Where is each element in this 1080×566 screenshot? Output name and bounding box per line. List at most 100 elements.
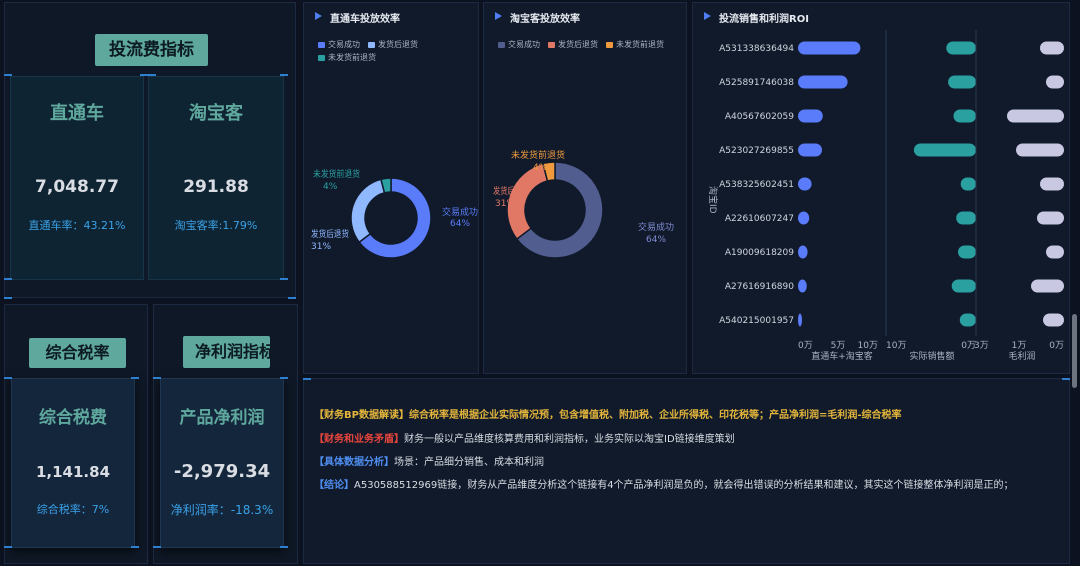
note-text: 场景：产品细分销售、成本和利润 <box>394 457 544 468</box>
category-label: A40567602059 <box>725 112 794 122</box>
section-title-profit: 净利润指标 <box>183 336 270 368</box>
category-label: A22610607247 <box>725 214 794 224</box>
corner-mark <box>288 297 296 299</box>
corner-mark <box>153 546 161 548</box>
bar[interactable] <box>956 211 976 225</box>
kpi-value: 1,141.84 <box>35 463 111 481</box>
slice-pct: 4% <box>533 163 548 173</box>
legend-item[interactable]: 发货后退货 <box>368 39 418 50</box>
roi-bar-chart: 淘宝ID A531338636494 A525891746038 A40567602… <box>707 30 1064 362</box>
note-tag: 【结论】 <box>314 480 354 491</box>
kpi-card-tax: 综合税费 1,141.84 综合税率：7% <box>11 378 135 548</box>
pie-slice[interactable] <box>350 178 386 244</box>
bar[interactable] <box>798 211 810 225</box>
bar[interactable] <box>1007 109 1064 123</box>
note-analysis: 【具体数据分析】场景：产品细分销售、成本和利润 <box>314 453 544 468</box>
bar[interactable] <box>946 41 976 55</box>
bar[interactable] <box>1040 177 1064 191</box>
category-label: A27616916890 <box>725 282 794 292</box>
slice-label: 未发货前退货 <box>313 168 360 180</box>
corner-mark <box>4 297 12 299</box>
corner-mark <box>1062 378 1070 380</box>
legend-item[interactable]: 未发货前退货 <box>606 39 664 50</box>
tick-label: 5万 <box>831 341 846 351</box>
kpi-label: 产品净利润 <box>179 408 265 428</box>
note-tag: 【财务BP数据解读】 <box>314 410 409 421</box>
corner-mark <box>280 278 288 280</box>
bar[interactable] <box>913 143 976 157</box>
corner-mark <box>148 74 156 76</box>
tick-label: 1万 <box>1012 341 1027 351</box>
bar[interactable] <box>959 313 976 327</box>
slice-label: 未发货前退货 <box>511 149 565 161</box>
bar[interactable] <box>1037 211 1064 225</box>
bar[interactable] <box>798 279 807 293</box>
bar[interactable] <box>958 245 976 259</box>
bar[interactable] <box>1040 41 1064 55</box>
slice-label: 交易成功 <box>638 221 674 233</box>
category-label: A523027269855 <box>719 146 794 156</box>
bar[interactable] <box>798 41 861 55</box>
bar[interactable] <box>798 109 823 123</box>
category-label: A540215001957 <box>719 316 794 326</box>
bar[interactable] <box>948 75 976 89</box>
slice-pct: 64% <box>646 235 666 245</box>
slice-label: 发货后退货 <box>311 228 349 240</box>
corner-mark <box>280 377 288 379</box>
kpi-rate: 综合税率：7% <box>36 503 110 516</box>
note-text: 综合税率是根据企业实际情况预，包含增值税、附加税、企业所得税、印花税等；产品净利… <box>408 410 902 421</box>
bar[interactable] <box>798 177 812 191</box>
bar[interactable] <box>1043 313 1064 327</box>
corner-mark <box>4 546 12 548</box>
slice-label: 交易成功 <box>442 206 478 218</box>
note-conclusion: 【结论】A530588512969链接，财务从产品维度分析这个链接有4个产品净利… <box>314 476 1014 491</box>
corner-mark <box>131 546 139 548</box>
kpi-label: 直通车 <box>50 103 104 124</box>
donut-chart-ztc: 交易成功 64% 发货后退货 31% 未发货前退货 4% <box>311 168 478 259</box>
kpi-label: 综合税费 <box>39 408 107 428</box>
legend-item[interactable]: 交易成功 <box>318 39 360 50</box>
corner-mark <box>4 74 12 76</box>
section-title-traffic-fee: 投流费指标 <box>95 34 208 66</box>
category-label: A19009618209 <box>725 248 794 258</box>
bar[interactable] <box>1046 245 1064 259</box>
corner-mark <box>280 546 288 548</box>
y-axis-label: 淘宝ID <box>707 186 719 214</box>
legend-item[interactable]: 未发货前退货 <box>318 52 376 63</box>
tick-label: 10万 <box>858 341 878 351</box>
triangle-icon <box>495 12 502 20</box>
bar[interactable] <box>1031 279 1064 293</box>
kpi-card-profit: 产品净利润 -2,979.34 净利润率：-18.3% <box>160 378 284 548</box>
slice-pct: 64% <box>450 219 470 229</box>
scrollbar[interactable] <box>1072 314 1077 388</box>
legend-item[interactable]: 交易成功 <box>498 39 540 50</box>
slice-label: 发货后退货 <box>493 185 529 197</box>
bar[interactable] <box>951 279 976 293</box>
chart-title: 投流销售和利润ROI <box>719 14 809 25</box>
x-axis-label: 毛利润 <box>1008 350 1035 362</box>
kpi-card-ztc: 直通车 7,048.77 直通车率：43.21% <box>10 76 144 280</box>
x-axis-label: 直通车+淘宝客 <box>811 350 873 362</box>
corner-mark <box>303 378 311 380</box>
bar[interactable] <box>1016 143 1064 157</box>
kpi-rate: 直通车率：43.21% <box>28 219 126 232</box>
bar[interactable] <box>953 109 977 123</box>
corner-mark <box>4 278 12 280</box>
donut-chart-tbk: 交易成功 64% 发货后退货 31% 未发货前退货 4% <box>493 149 674 259</box>
bar[interactable] <box>798 313 802 327</box>
legend-item[interactable]: 发货后退货 <box>548 39 598 50</box>
corner-mark <box>131 377 139 379</box>
note-tag: 【财务和业务矛盾】 <box>314 434 404 445</box>
bar[interactable] <box>798 245 808 259</box>
tick-label: 0万 <box>798 341 813 351</box>
corner-mark <box>140 74 148 76</box>
tick-label: 3万 <box>974 341 989 351</box>
kpi-rate: 淘宝客率:1.79% <box>174 219 258 232</box>
bar[interactable] <box>960 177 976 191</box>
bar[interactable] <box>798 143 822 157</box>
note-text: 财务一般以产品维度核算费用和利润指标，业务实际以淘宝ID链接维度策划 <box>404 434 735 445</box>
category-label: A538325602451 <box>719 180 794 190</box>
bar[interactable] <box>798 75 848 89</box>
bar[interactable] <box>1046 75 1064 89</box>
note-conflict: 【财务和业务矛盾】财务一般以产品维度核算费用和利润指标，业务实际以淘宝ID链接维… <box>314 430 735 445</box>
